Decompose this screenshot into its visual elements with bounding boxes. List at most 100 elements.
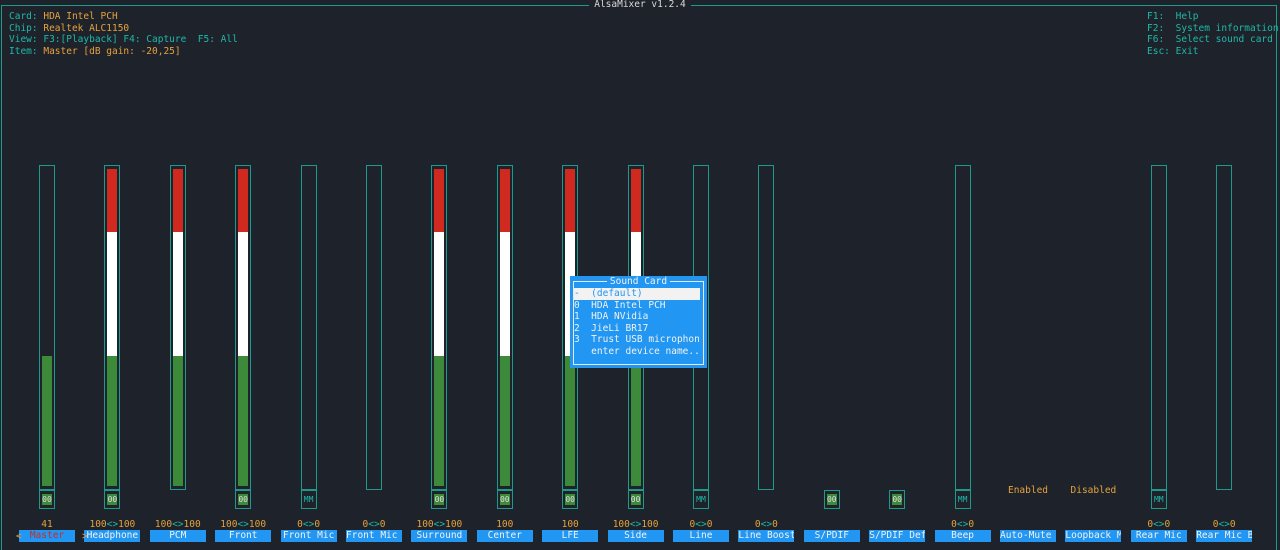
control-name[interactable]: Surround <box>411 530 468 542</box>
volume-fill <box>630 169 641 232</box>
volume-value: 100<>100 <box>220 519 267 530</box>
volume-bar[interactable] <box>39 165 55 490</box>
mute-switch-state: MM <box>957 495 968 504</box>
mixer-controls: 00 41 Master 00 100<>100 Headphone 100<>100 PCM… <box>0 0 1280 546</box>
volume-separator: <> <box>368 519 380 530</box>
control-name[interactable]: LFE <box>542 530 599 542</box>
volume-separator: <> <box>1218 519 1230 530</box>
control-name[interactable]: Loopback Mi <box>1065 530 1122 542</box>
volume-value: 0<>0 <box>362 519 386 530</box>
mute-switch[interactable]: MM <box>954 490 971 509</box>
control-name[interactable]: Rear Mic <box>1130 530 1187 542</box>
mute-switch[interactable]: 00 <box>39 490 55 509</box>
sound-card-item[interactable]: 1 HDA NVidia <box>574 311 700 323</box>
sound-card-item[interactable]: - (default) <box>574 288 700 300</box>
volume-bar[interactable] <box>104 165 121 490</box>
volume-value: 100<>100 <box>612 519 659 530</box>
scroll-right-indicator: > <box>82 531 88 542</box>
volume-value: 0<>0 <box>1212 519 1236 530</box>
sound-card-item[interactable]: 3 Trust USB microphone <box>574 334 700 346</box>
volume-separator: <> <box>695 519 707 530</box>
control-name[interactable]: S/PDIF Defa <box>869 530 926 542</box>
control-name[interactable]: PCM <box>149 530 206 542</box>
mute-switch-state: 00 <box>499 494 510 505</box>
volume-fill <box>238 232 249 356</box>
volume-value: 100 <box>561 519 579 530</box>
enum-value[interactable]: Disabled <box>1063 485 1123 496</box>
volume-fill <box>172 356 183 486</box>
mute-switch[interactable]: 00 <box>627 490 644 509</box>
volume-bar[interactable] <box>431 165 448 490</box>
volume-bar[interactable] <box>954 165 971 490</box>
volume-separator: <> <box>956 519 969 530</box>
volume-fill <box>499 232 510 356</box>
control-name[interactable]: Side <box>607 530 664 542</box>
volume-value: 100<>100 <box>89 519 136 530</box>
mute-switch[interactable]: MM <box>300 490 317 509</box>
volume-separator: <> <box>629 519 642 530</box>
control-name[interactable]: Front Mic B <box>346 530 402 542</box>
mute-switch[interactable]: 00 <box>562 490 579 509</box>
mute-switch-state: MM <box>303 495 314 504</box>
sound-card-list[interactable]: - (default) 0 HDA Intel PCH 1 HDA NVidia… <box>574 288 700 357</box>
volume-separator: <> <box>433 519 446 530</box>
mute-switch[interactable]: MM <box>693 490 709 509</box>
volume-bar[interactable] <box>300 165 317 490</box>
mute-switch[interactable]: 00 <box>431 490 448 509</box>
control-name[interactable]: Center <box>476 530 533 542</box>
volume-value: 0<>0 <box>297 519 321 530</box>
volume-separator: <> <box>1153 519 1165 530</box>
volume-fill <box>565 356 576 486</box>
mute-switch-state: 00 <box>892 494 903 505</box>
volume-bar[interactable] <box>758 165 775 490</box>
volume-bar[interactable] <box>169 165 186 490</box>
volume-separator: <> <box>760 519 773 530</box>
volume-bar[interactable] <box>366 165 382 490</box>
volume-fill <box>434 232 445 356</box>
volume-bar[interactable] <box>1150 165 1167 490</box>
control-name[interactable]: Line <box>673 530 729 542</box>
sound-card-item[interactable]: enter device name... <box>574 346 700 358</box>
control-name[interactable]: Beep <box>934 530 991 542</box>
control-name[interactable]: Auto-Mute M <box>1000 530 1056 542</box>
volume-bar[interactable] <box>235 165 252 490</box>
volume-bar[interactable] <box>1216 165 1233 490</box>
enum-value[interactable]: Enabled <box>998 485 1058 496</box>
mute-switch-state: 00 <box>107 494 118 505</box>
control-name[interactable]: Master <box>19 530 75 542</box>
volume-separator: <> <box>172 519 184 530</box>
mute-switch-state: MM <box>1153 495 1164 504</box>
sound-card-item[interactable]: 0 HDA Intel PCH <box>574 300 700 312</box>
volume-fill <box>565 169 576 232</box>
control-name[interactable]: S/PDIF <box>803 530 860 542</box>
control-name[interactable]: Headphone <box>84 530 141 542</box>
control-name[interactable]: Rear Mic Bo <box>1196 530 1253 542</box>
mute-switch[interactable]: 00 <box>235 490 252 509</box>
control-name[interactable]: Front <box>215 530 272 542</box>
volume-bar[interactable] <box>496 165 513 490</box>
volume-fill <box>238 356 249 486</box>
volume-value: 100<>100 <box>416 519 463 530</box>
mute-switch[interactable]: MM <box>1150 490 1167 509</box>
scroll-left-indicator[interactable]: < <box>16 531 22 542</box>
mute-switch-state: 00 <box>42 494 52 505</box>
volume-separator: <> <box>302 519 315 530</box>
sound-card-item[interactable]: 2 JieLi BR17 <box>574 323 700 335</box>
volume-value: 0<>0 <box>951 519 975 530</box>
mute-switch[interactable]: 00 <box>823 490 840 509</box>
control-name[interactable]: Line Boost <box>738 530 795 542</box>
volume-fill <box>630 356 641 486</box>
volume-fill <box>172 169 183 232</box>
volume-fill <box>238 169 249 232</box>
volume-fill <box>172 232 183 356</box>
mute-switch[interactable]: 00 <box>104 490 121 509</box>
volume-separator: <> <box>237 519 249 530</box>
volume-value: 100<>100 <box>154 519 201 530</box>
volume-value: 0<>0 <box>1147 519 1171 530</box>
mute-switch[interactable]: 00 <box>889 490 906 509</box>
sound-card-dialog: Sound Card - (default) 0 HDA Intel PCH 1… <box>570 276 707 368</box>
control-name[interactable]: Front Mic <box>280 530 337 542</box>
mute-switch-state: 00 <box>238 494 249 505</box>
mute-switch[interactable]: 00 <box>496 490 513 509</box>
mute-switch-state: MM <box>696 495 706 504</box>
